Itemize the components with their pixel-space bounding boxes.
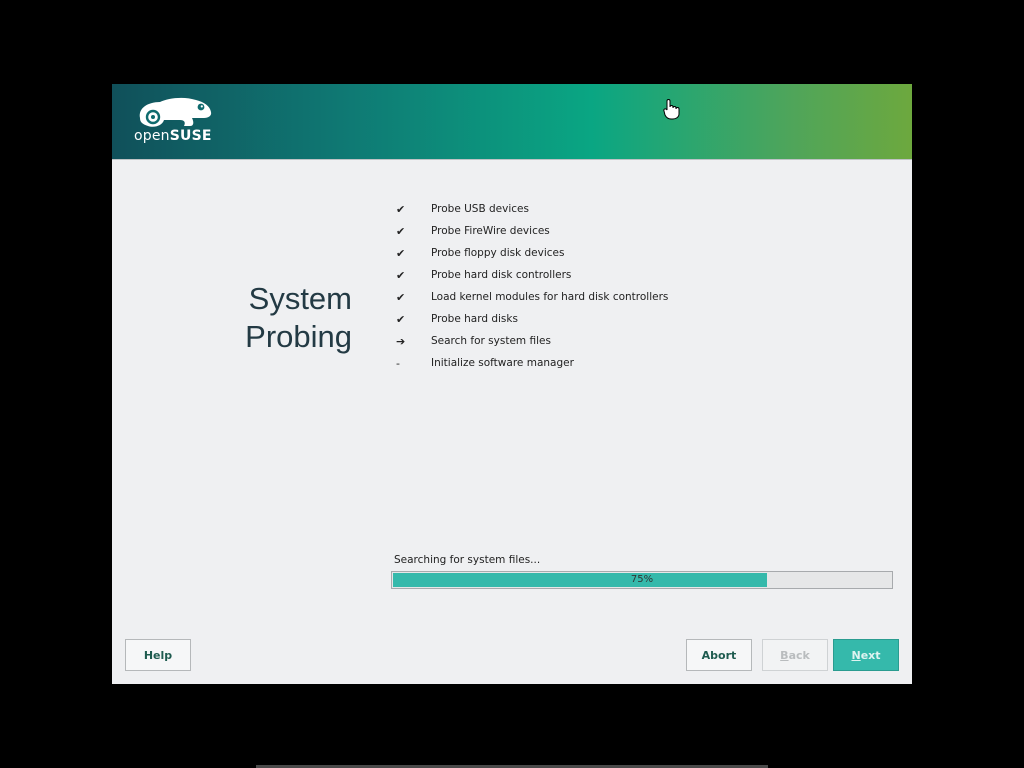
pending-dash-icon: - (396, 356, 400, 370)
back-button[interactable]: Back (762, 639, 828, 671)
step-label: Probe FireWire devices (431, 225, 550, 237)
checkmark-icon: ✔ (396, 290, 406, 304)
step-item: ✔ Probe hard disks (396, 308, 668, 330)
step-label: Load kernel modules for hard disk contro… (431, 291, 669, 303)
next-button-label: Next (851, 648, 881, 662)
step-item: ✔ Load kernel modules for hard disk contr… (396, 286, 668, 308)
banner-divider (112, 159, 912, 160)
logo-text-open: open (134, 128, 170, 144)
progress-bar: 75% (391, 571, 893, 589)
opensuse-logo: openSUSE (134, 96, 219, 148)
step-item: ✔ Probe USB devices (396, 198, 668, 220)
header-banner: openSUSE (112, 84, 912, 159)
checkmark-icon: ✔ (396, 246, 406, 260)
checkmark-icon: ✔ (396, 202, 406, 216)
page-title-line2: Probing (245, 319, 352, 354)
step-item: ✔ Probe floppy disk devices (396, 242, 668, 264)
logo-wordmark: openSUSE (134, 128, 219, 144)
abort-button-label: Abort (701, 648, 737, 662)
progress-percent: 75% (630, 574, 654, 585)
step-label: Initialize software manager (431, 357, 574, 369)
help-button-label: Help (143, 648, 173, 662)
step-item: ✔ Probe hard disk controllers (396, 264, 668, 286)
logo-text-suse: SUSE (169, 128, 212, 144)
abort-button[interactable]: Abort (686, 639, 752, 671)
checkmark-icon: ✔ (396, 268, 406, 282)
progress-label: Searching for system files... (394, 554, 541, 566)
step-item: ✔ Probe FireWire devices (396, 220, 668, 242)
page-title: System Probing (212, 280, 352, 356)
page-title-line1: System (248, 281, 352, 316)
chameleon-icon (139, 97, 212, 127)
installer-window: openSUSE System Probing ✔ Probe USB devic… (112, 84, 912, 684)
checkmark-icon: ✔ (396, 224, 406, 238)
step-label: Probe hard disk controllers (431, 269, 572, 281)
step-item: - Initialize software manager (396, 352, 668, 374)
mouse-cursor-icon (663, 99, 680, 120)
arrow-right-icon: ➔ (396, 334, 406, 348)
step-label: Probe USB devices (431, 203, 529, 215)
checkmark-icon: ✔ (396, 312, 406, 326)
probing-step-list: ✔ Probe USB devices ✔ Probe FireWire device… (396, 198, 668, 374)
help-button[interactable]: Help (125, 639, 191, 671)
step-label: Probe hard disks (431, 313, 518, 325)
step-label: Search for system files (431, 335, 551, 347)
back-button-label: Back (780, 648, 810, 662)
step-item: ➔ Search for system files (396, 330, 668, 352)
next-button[interactable]: Next (833, 639, 899, 671)
step-label: Probe floppy disk devices (431, 247, 565, 259)
